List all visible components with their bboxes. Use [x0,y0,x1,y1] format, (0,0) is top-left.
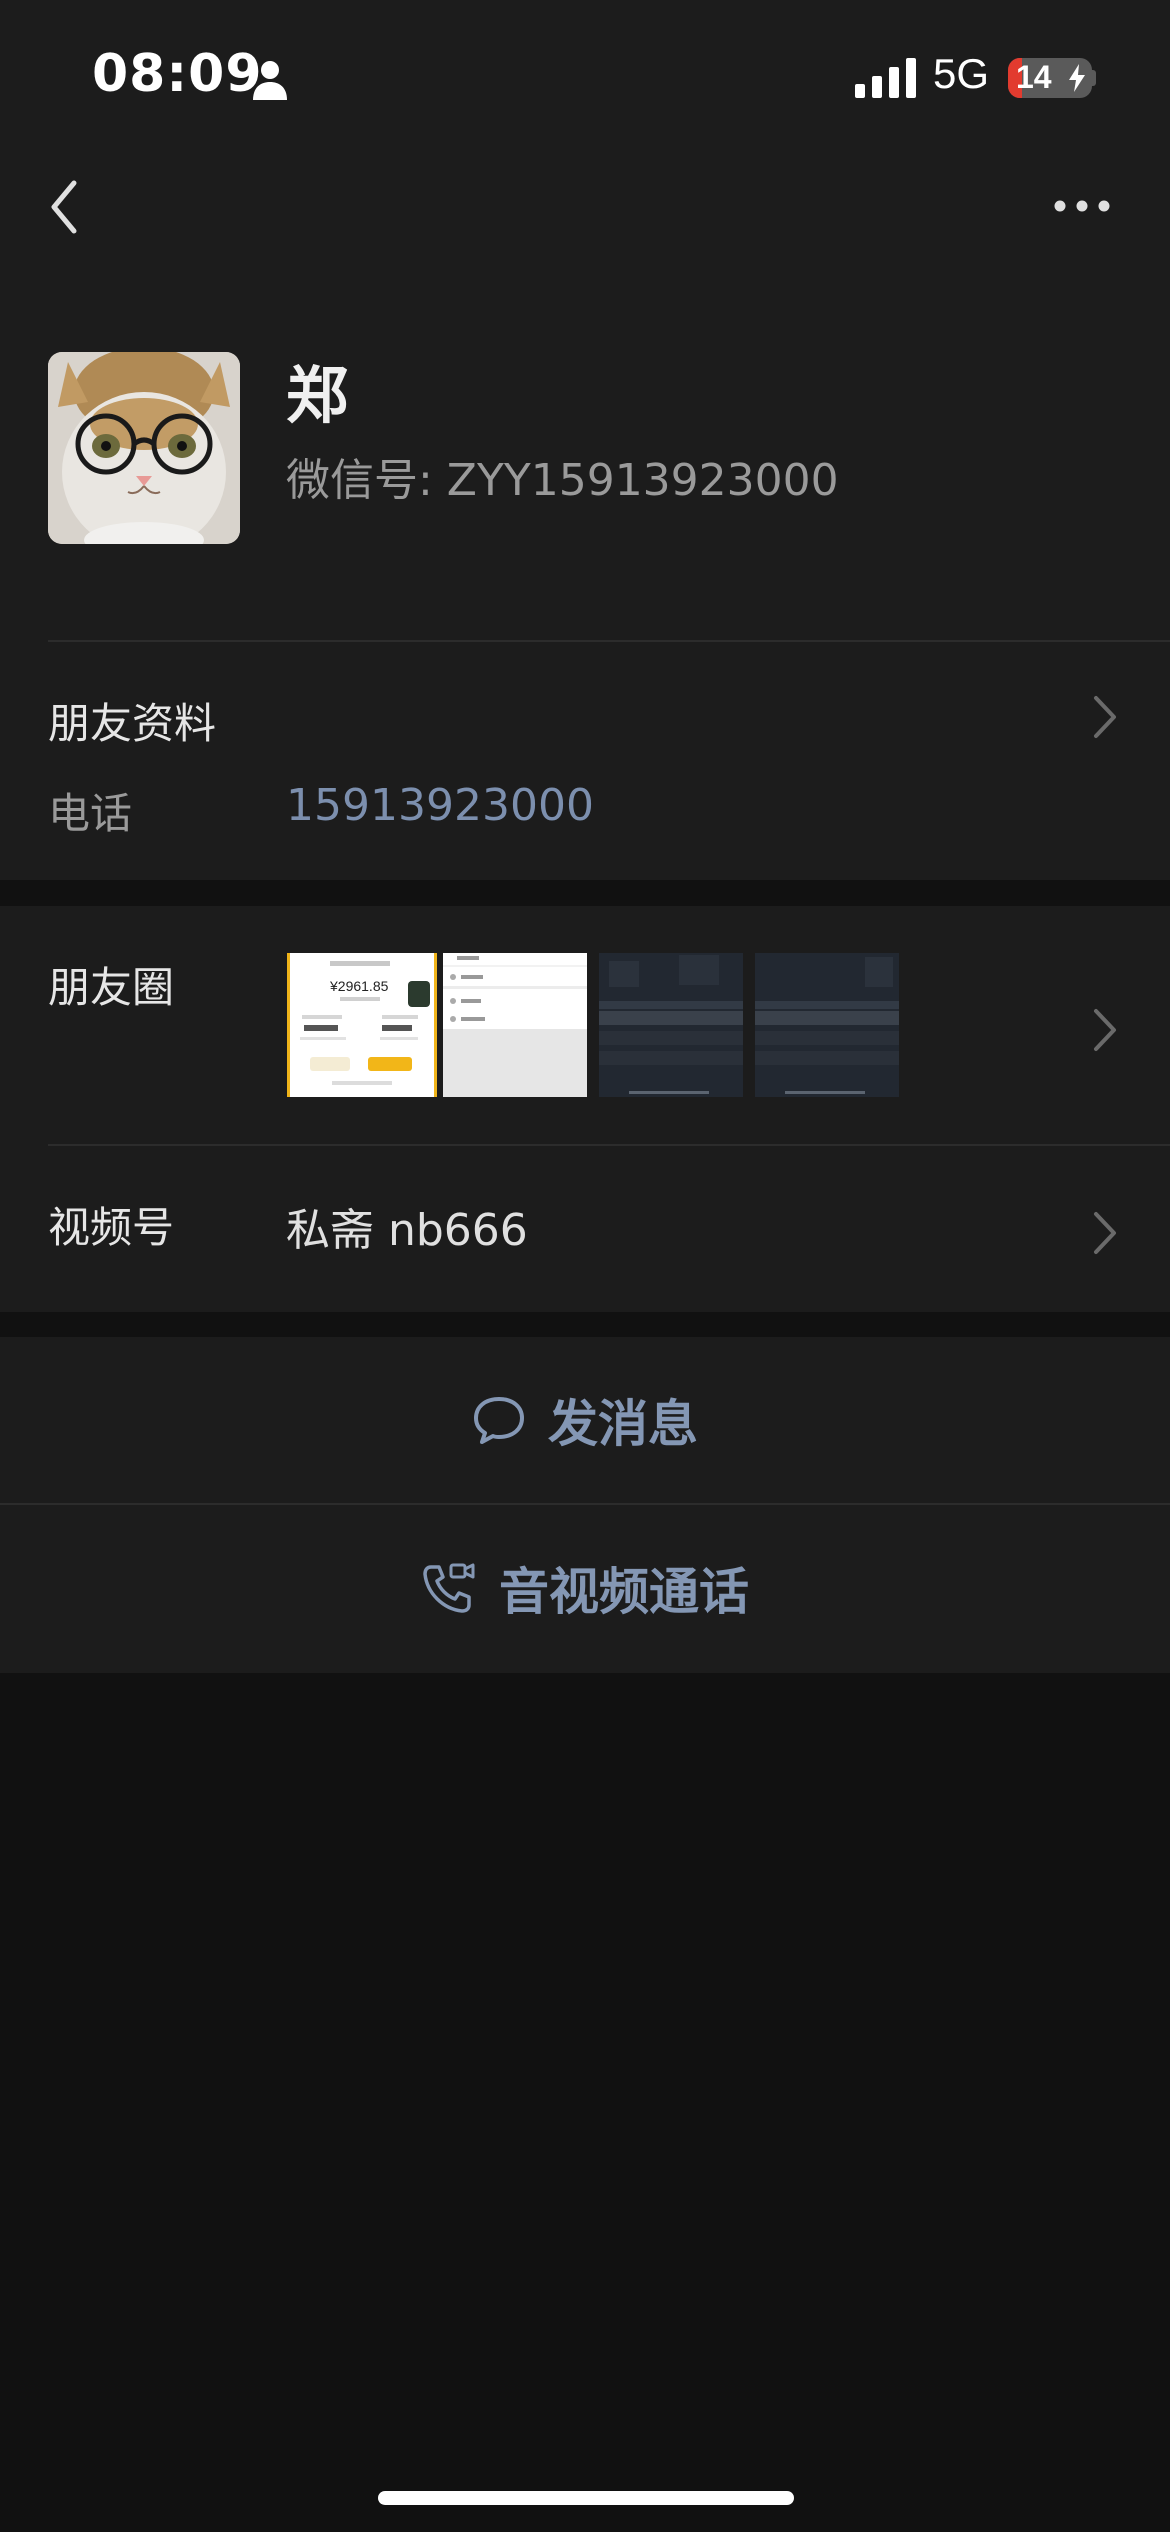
chevron-right-icon[interactable] [1092,694,1118,740]
channels-value[interactable]: 私斋 nb666 [286,1194,528,1258]
battery-tip [1090,70,1096,86]
home-indicator[interactable] [378,2491,794,2505]
battery-level: 14 [1016,59,1052,95]
avatar[interactable] [48,352,240,544]
phone-label: 电话 [48,789,133,838]
status-time: 08:09 [92,44,263,104]
charging-bolt-icon [1069,64,1085,92]
actions-section: 发消息 音视频通话 [0,1337,1170,1673]
divider [48,640,1170,642]
friend-info-title[interactable]: 朋友资料 [48,690,216,751]
network-type: 5G [933,50,990,97]
send-message-button[interactable]: 发消息 [0,1337,1170,1503]
channels-label[interactable]: 视频号 [48,1194,174,1255]
person-icon [253,61,287,100]
thumb-settings-screenshot [443,953,587,1097]
video-call-button[interactable]: 音视频通话 [0,1505,1170,1671]
moments-channels-section: 朋友圈 ¥2961.85 视频号 私斋 nb666 [0,906,1170,1312]
video-call-icon [423,1563,475,1613]
wechat-id: 微信号: ZYY15913923000 [286,455,839,506]
back-icon[interactable] [40,175,90,239]
thumb-wallet-screenshot: ¥2961.85 [300,961,430,1085]
battery-icon: 14 [1008,58,1092,98]
thumb-table-screenshot [755,953,899,1097]
cat-avatar-image [48,352,240,544]
contact-name: 郑 [286,359,349,432]
moments-thumb-1[interactable]: ¥2961.85 [287,953,437,1097]
video-call-label: 音视频通话 [499,1563,749,1621]
divider [48,1144,1170,1146]
more-icon[interactable] [1052,196,1112,216]
send-message-label: 发消息 [548,1395,698,1453]
chevron-right-icon[interactable] [1092,1210,1118,1256]
chevron-right-icon[interactable] [1092,1007,1118,1053]
thumb-table-screenshot [599,953,743,1097]
moments-label[interactable]: 朋友圈 [48,954,174,1015]
status-bar: 08:09 5G 14 [0,0,1170,150]
phone-number-link[interactable]: 15913923000 [286,780,594,831]
moments-thumb-3[interactable] [599,953,743,1097]
signal-icon [855,58,916,98]
message-icon [474,1397,524,1444]
moments-thumb-2[interactable] [443,953,587,1097]
moments-thumb-4[interactable] [755,953,899,1097]
thumb-amount: ¥2961.85 [329,978,389,994]
